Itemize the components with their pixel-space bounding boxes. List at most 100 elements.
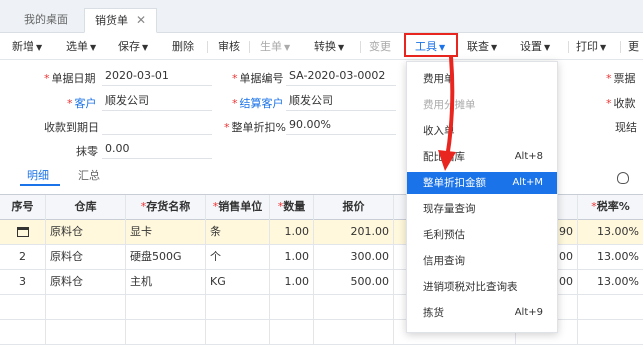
docno-field[interactable]: SA-2020-03-0002	[286, 68, 396, 86]
cell-empty[interactable]	[314, 295, 394, 320]
lightbulb-icon[interactable]	[617, 172, 629, 184]
audit-button[interactable]: 审核	[218, 38, 240, 56]
cell-price[interactable]: 201.00	[314, 220, 394, 245]
customer-field[interactable]: 顺发公司	[102, 93, 212, 111]
new-button-label: 新增	[12, 40, 34, 53]
cell-unit[interactable]: 条	[206, 220, 270, 245]
col-warehouse: 仓库	[46, 195, 126, 220]
col-price: 报价	[314, 195, 394, 220]
cell-unit[interactable]: 个	[206, 245, 270, 270]
cell-qty[interactable]: 1.00	[270, 245, 314, 270]
cell-empty[interactable]	[578, 320, 643, 345]
cell-qty[interactable]: 1.00	[270, 270, 314, 295]
cell-empty[interactable]	[126, 320, 206, 345]
generate-button-label: 生单	[260, 40, 282, 53]
convert-button[interactable]: 转换 ▼	[314, 38, 344, 56]
cell-empty[interactable]	[314, 320, 394, 345]
discount-field[interactable]: 90.00%	[286, 117, 396, 135]
cell-empty[interactable]	[270, 320, 314, 345]
cell-empty[interactable]	[46, 295, 126, 320]
settle-customer-label-text: 结算客户	[239, 97, 284, 110]
cell-tax[interactable]: 13.00%	[578, 270, 643, 295]
cell-tax[interactable]: 13.00%	[578, 220, 643, 245]
right-field-label-1-text: 票据	[613, 72, 636, 85]
select-button[interactable]: 选单 ▼	[66, 38, 96, 56]
col-tax-text: 税率%	[596, 200, 630, 213]
cell-warehouse[interactable]: 原料仓	[46, 220, 126, 245]
tab-bar: 我的桌面 销货单 ✕	[0, 0, 643, 33]
cell-empty[interactable]	[206, 320, 270, 345]
convert-button-label: 转换	[314, 40, 336, 53]
cell-empty[interactable]	[46, 320, 126, 345]
menu-item-expense-doc[interactable]: 费用单	[407, 68, 557, 90]
settings-button[interactable]: 设置 ▼	[520, 38, 550, 56]
chevron-down-icon: ▼	[600, 43, 607, 52]
cell-empty[interactable]	[206, 295, 270, 320]
print-button-label: 打印	[576, 40, 598, 53]
menu-item-picking[interactable]: 拣货 Alt+9	[407, 302, 557, 324]
tab-summary[interactable]: 汇总	[78, 167, 100, 183]
new-button[interactable]: 新增 ▼	[12, 38, 42, 56]
save-button[interactable]: 保存 ▼	[118, 38, 148, 56]
menu-item-label: 毛利预估	[423, 229, 465, 241]
tab-desktop-label: 我的桌面	[24, 13, 68, 26]
customer-label[interactable]: * 客户	[67, 95, 97, 111]
menu-item-ratio-outbound[interactable]: 配比出库 Alt+8	[407, 146, 557, 168]
cell-price[interactable]: 300.00	[314, 245, 394, 270]
cell-warehouse[interactable]: 原料仓	[46, 245, 126, 270]
menu-item-label: 拣货	[423, 307, 444, 319]
cell-empty[interactable]	[126, 295, 206, 320]
cell-item[interactable]: 显卡	[126, 220, 206, 245]
col-item: *存货名称	[126, 195, 206, 220]
cell-item[interactable]: 硬盘500G	[126, 245, 206, 270]
menu-item-gross-profit-estimate[interactable]: 毛利预估	[407, 224, 557, 246]
cell-warehouse[interactable]: 原料仓	[46, 270, 126, 295]
print-button[interactable]: 打印 ▼	[576, 38, 606, 56]
chevron-down-icon: ▼	[36, 43, 43, 52]
toolbar-divider	[568, 41, 569, 53]
settle-customer-field[interactable]: 顺发公司	[286, 93, 396, 111]
col-item-text: 存货名称	[146, 200, 191, 213]
linked-query-button[interactable]: 联查 ▼	[467, 38, 497, 56]
tab-sales-order[interactable]: 销货单 ✕	[84, 8, 158, 33]
menu-item-tax-comparison[interactable]: 进销项税对比查询表	[407, 276, 557, 298]
rounding-field[interactable]: 0.00	[102, 141, 212, 159]
cell-tax[interactable]: 13.00%	[578, 245, 643, 270]
chevron-down-icon: ▼	[90, 43, 97, 52]
chevron-down-icon: ▼	[491, 43, 498, 52]
settle-customer-label[interactable]: * 结算客户	[232, 95, 284, 111]
change-button[interactable]: 变更	[369, 38, 391, 56]
tools-dropdown-menu: 费用单 费用分摊单 收入单 配比出库 Alt+8 整单折扣金额 Alt+M 现存量查…	[406, 61, 558, 333]
cell-empty	[0, 320, 46, 345]
linked-query-button-label: 联查	[467, 40, 489, 53]
menu-item-whole-discount-amount[interactable]: 整单折扣金额 Alt+M	[407, 172, 557, 194]
row-menu-icon[interactable]	[0, 220, 46, 245]
due-date-field[interactable]	[102, 117, 212, 135]
menu-item-expense-allocation[interactable]: 费用分摊单	[407, 94, 557, 116]
menu-item-label: 费用分摊单	[423, 99, 476, 111]
cell-price[interactable]: 500.00	[314, 270, 394, 295]
tools-highlight-box	[404, 33, 458, 57]
change-button-label: 变更	[369, 40, 391, 53]
right-field-label-2: * 收款	[606, 97, 636, 110]
delete-button[interactable]: 删除	[172, 38, 194, 56]
cell-qty[interactable]: 1.00	[270, 220, 314, 245]
cell-empty[interactable]	[578, 295, 643, 320]
cell-unit[interactable]: KG	[206, 270, 270, 295]
active-tab-indicator	[20, 184, 60, 186]
cell-item[interactable]: 主机	[126, 270, 206, 295]
menu-item-shortcut: Alt+8	[514, 151, 543, 162]
delete-button-label: 删除	[172, 40, 194, 53]
more-button[interactable]: 更	[628, 38, 639, 56]
date-field[interactable]: 2020-03-01	[102, 68, 212, 86]
generate-button[interactable]: 生单 ▼	[260, 38, 290, 56]
audit-button-label: 审核	[218, 40, 240, 53]
menu-item-income-doc[interactable]: 收入单	[407, 120, 557, 142]
menu-item-stock-query[interactable]: 现存量查询	[407, 198, 557, 220]
cell-empty[interactable]	[270, 295, 314, 320]
tab-detail[interactable]: 明细	[27, 167, 49, 183]
close-icon[interactable]: ✕	[136, 13, 146, 27]
date-label-text: 单据日期	[51, 72, 96, 85]
menu-item-credit-query[interactable]: 信用查询	[407, 250, 557, 272]
tab-desktop[interactable]: 我的桌面	[14, 8, 78, 33]
